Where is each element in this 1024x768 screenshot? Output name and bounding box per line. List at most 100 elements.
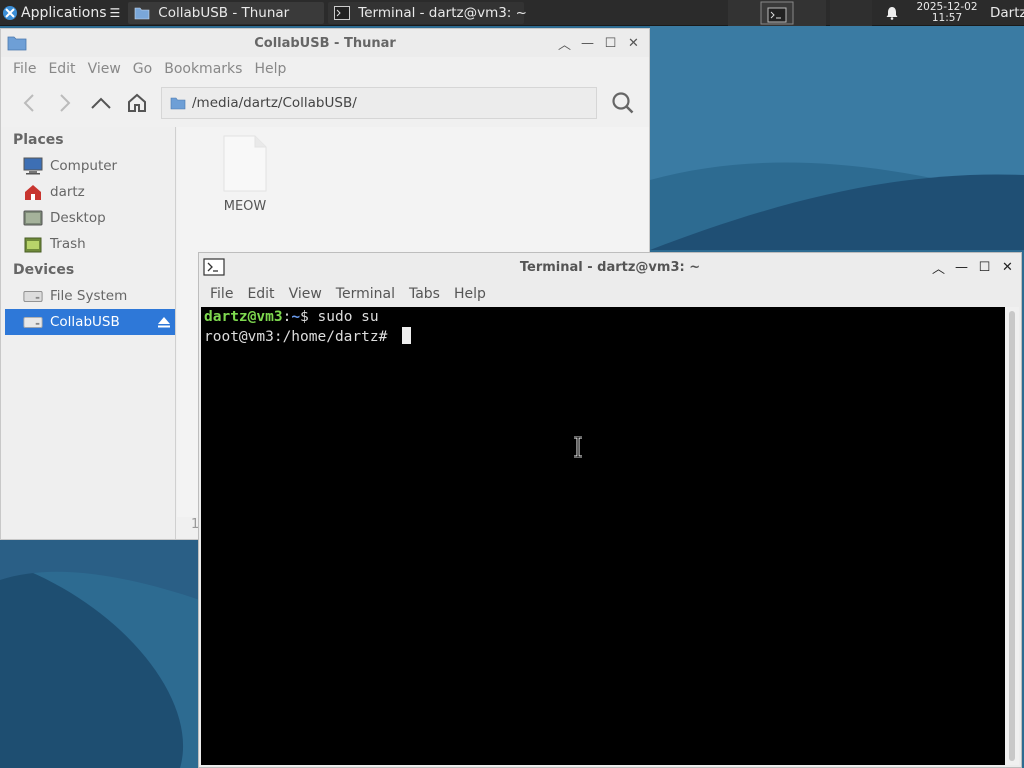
menu-edit[interactable]: Edit (42, 61, 81, 77)
terminal-menubar: File Edit View Terminal Tabs Help (199, 281, 1021, 307)
arrow-right-icon (60, 94, 71, 112)
document-icon (223, 135, 267, 192)
menu-help[interactable]: Help (248, 61, 292, 77)
panel-empty-slot (830, 0, 872, 26)
thunar-menubar: File Edit View Go Bookmarks Help (1, 57, 649, 81)
menu-terminal[interactable]: Terminal (329, 286, 402, 302)
home-icon (128, 93, 146, 112)
menu-edit[interactable]: Edit (240, 286, 281, 302)
sidebar-item-label: Desktop (50, 210, 106, 226)
menu-file[interactable]: File (203, 286, 240, 302)
applications-menu[interactable]: Applications ☰ (0, 0, 124, 26)
desktop-icon (23, 209, 43, 227)
window-title: Terminal - dartz@vm3: ~ (519, 259, 701, 275)
text-cursor (402, 327, 412, 344)
prompt-user: dartz@vm3 (204, 309, 283, 325)
sidebar-item-label: CollabUSB (50, 314, 120, 330)
minimize-button[interactable]: — (950, 256, 973, 279)
search-icon (612, 92, 634, 114)
location-bar[interactable]: /media/dartz/CollabUSB/ (161, 87, 597, 119)
trash-icon (23, 235, 43, 253)
home-button[interactable] (119, 86, 155, 120)
maximize-icon: ☐ (604, 35, 617, 51)
close-icon: ✕ (628, 35, 639, 51)
workspace-switcher[interactable] (728, 0, 826, 26)
terminal-icon (334, 5, 351, 20)
terminal-line: dartz@vm3:~$ sudo su (204, 308, 1002, 327)
sidebar-item-desktop[interactable]: Desktop (1, 205, 175, 231)
user-menu[interactable]: Dartz (982, 5, 1024, 21)
terminal-icon (203, 258, 225, 276)
menu-tabs[interactable]: Tabs (402, 286, 447, 302)
menu-go[interactable]: Go (127, 61, 158, 77)
folder-icon (170, 96, 186, 110)
usb-drive-icon (23, 313, 43, 331)
terminal-titlebar[interactable]: Terminal - dartz@vm3: ~ ︿ — ☐ ✕ (199, 253, 1021, 281)
file-item[interactable]: MEOW (221, 135, 269, 214)
eject-icon[interactable] (157, 315, 171, 333)
notifications-button[interactable] (872, 6, 912, 20)
menu-bookmarks[interactable]: Bookmarks (158, 61, 248, 77)
chevron-up-icon: ︿ (557, 37, 571, 53)
computer-icon (23, 157, 43, 175)
sidebar-item-collabusb[interactable]: CollabUSB (5, 309, 175, 335)
sidebar-item-trash[interactable]: Trash (1, 231, 175, 257)
maximize-button[interactable]: ☐ (973, 256, 996, 279)
back-button[interactable] (11, 86, 47, 120)
sidebar-item-label: Computer (50, 158, 118, 174)
xfce-logo-icon (3, 5, 17, 20)
root-prompt: root@vm3:/home/dartz# (204, 329, 397, 345)
sidebar-item-label: Trash (50, 236, 86, 252)
minimize-button[interactable]: — (576, 32, 599, 55)
command-text: sudo su (317, 309, 379, 325)
places-heading: Places (13, 132, 64, 148)
terminal-line: root@vm3:/home/dartz# (204, 327, 1002, 347)
menu-help[interactable]: Help (447, 286, 493, 302)
menu-icon: ☰ (109, 5, 121, 20)
terminal-scrollbar[interactable] (1005, 307, 1019, 765)
clock-date: 2025-12-02 (916, 0, 978, 13)
search-button[interactable] (605, 86, 641, 120)
close-button[interactable]: ✕ (996, 256, 1019, 279)
sidebar-item-label: File System (50, 288, 128, 304)
menu-view[interactable]: View (82, 61, 127, 77)
thunar-toolbar: /media/dartz/CollabUSB/ (1, 81, 649, 125)
menu-file[interactable]: File (7, 61, 42, 77)
close-button[interactable]: ✕ (622, 32, 645, 55)
taskbar-item-label: Terminal - dartz@vm3: ~ (358, 4, 527, 21)
arrow-left-icon (23, 94, 34, 112)
scrollbar-thumb[interactable] (1009, 311, 1015, 761)
prompt-path: ~ (291, 309, 301, 325)
sidebar-item-dartz[interactable]: dartz (1, 179, 175, 205)
maximize-button[interactable]: ☐ (599, 32, 622, 55)
taskbar-item-label: CollabUSB - Thunar (158, 4, 290, 21)
terminal-window: Terminal - dartz@vm3: ~ ︿ — ☐ ✕ File Edi… (198, 252, 1022, 768)
menu-view[interactable]: View (282, 286, 329, 302)
taskbar-item-terminal[interactable]: Terminal - dartz@vm3: ~ (328, 1, 527, 24)
sidebar: Places Computer dartz Desktop Trash Devi (1, 127, 176, 539)
folder-icon (7, 35, 27, 51)
sidebar-item-label: dartz (50, 184, 85, 200)
taskbar-item-thunar[interactable]: CollabUSB - Thunar (128, 1, 325, 24)
file-name: MEOW (223, 199, 267, 214)
prompt-separator: : (282, 309, 292, 325)
thunar-titlebar[interactable]: CollabUSB - Thunar ︿ — ☐ ✕ (1, 29, 649, 57)
arrow-up-icon (91, 97, 111, 109)
sidebar-item-filesystem[interactable]: File System (1, 283, 175, 309)
top-panel: Applications ☰ CollabUSB - Thunar Termin… (0, 0, 1024, 26)
minimize-icon: — (581, 35, 594, 51)
clock[interactable]: 2025-12-02 11:57 (912, 0, 982, 24)
home-folder-icon (23, 183, 43, 201)
shade-button[interactable]: ︿ (553, 32, 576, 55)
close-icon: ✕ (1002, 259, 1013, 275)
shade-button[interactable]: ︿ (927, 256, 950, 279)
parent-folder-button[interactable] (83, 86, 119, 120)
devices-heading: Devices (13, 262, 75, 278)
chevron-up-icon: ︿ (931, 261, 945, 277)
terminal-output[interactable]: dartz@vm3:~$ sudo su root@vm3:/home/dart… (201, 307, 1005, 765)
location-path: /media/dartz/CollabUSB/ (192, 95, 357, 111)
clock-time: 11:57 (931, 11, 963, 24)
forward-button[interactable] (47, 86, 83, 120)
sidebar-item-computer[interactable]: Computer (1, 153, 175, 179)
bell-icon (886, 6, 898, 20)
